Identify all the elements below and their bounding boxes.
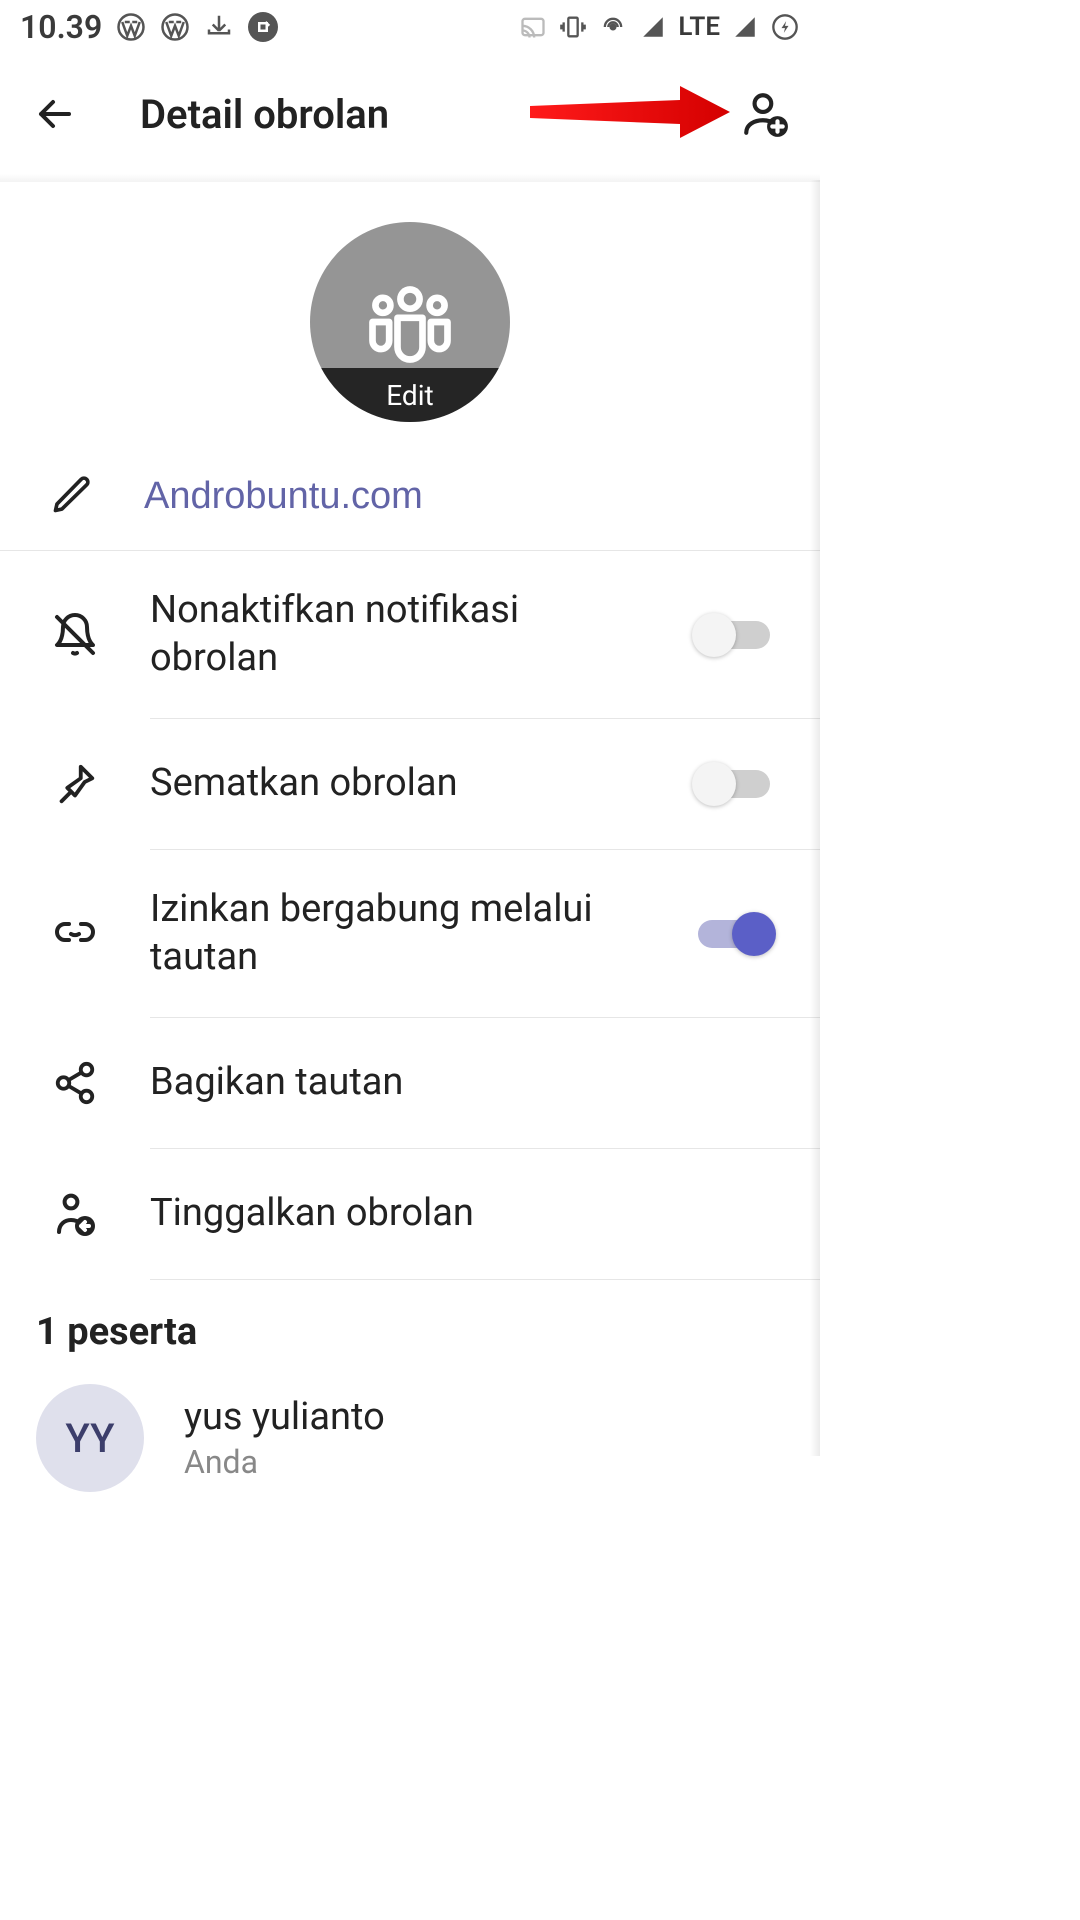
share-icon [50,1058,100,1108]
leave-icon [50,1189,100,1239]
setting-label: Izinkan bergabung melalui tautan [150,886,648,981]
setting-share-link[interactable]: Bagikan tautan [0,1018,820,1148]
participant-row[interactable]: YY yus yulianto Anda [0,1374,820,1502]
pin-icon [50,759,100,809]
avatar-section: Edit [0,182,820,452]
toggle-mute[interactable] [698,621,770,649]
setting-leave[interactable]: Tinggalkan obrolan [0,1149,820,1279]
chat-name-input[interactable] [144,475,770,518]
signal-icon [730,12,760,42]
app-icon [248,12,278,42]
chat-name-row[interactable] [0,452,820,551]
pencil-icon [50,472,94,520]
toggle-pin[interactable] [698,770,770,798]
status-bar: 10.39 LTE [0,0,820,54]
avatar-edit-label: Edit [310,368,510,422]
setting-pin[interactable]: Sematkan obrolan [0,719,820,849]
group-avatar[interactable]: Edit [310,222,510,422]
setting-label: Sematkan obrolan [150,760,648,808]
setting-join-link[interactable]: Izinkan bergabung melalui tautan [0,850,820,1017]
participant-avatar: YY [36,1384,144,1492]
status-time: 10.39 [20,8,102,46]
vibrate-icon [558,12,588,42]
toggle-join-link[interactable] [698,920,770,948]
participants-title: 1 peserta [0,1280,820,1374]
group-icon [360,272,460,372]
back-button[interactable] [30,89,80,139]
setting-label: Bagikan tautan [150,1059,770,1107]
hotspot-icon [598,12,628,42]
cast-icon [518,12,548,42]
battery-saver-icon [770,12,800,42]
download-icon [204,12,234,42]
wordpress-icon [116,12,146,42]
participant-sublabel: Anda [184,1443,385,1481]
lte-label: LTE [678,12,720,42]
setting-label: Nonaktifkan notifikasi obrolan [150,587,648,682]
setting-label: Tinggalkan obrolan [150,1190,770,1238]
participant-name: yus yulianto [184,1395,385,1439]
wordpress-icon [160,12,190,42]
bell-off-icon [50,610,100,660]
annotation-arrow [530,82,730,146]
link-icon [50,909,100,959]
header-divider [0,174,820,182]
app-header: Detail obrolan [0,54,820,174]
signal-icon [638,12,668,42]
setting-mute[interactable]: Nonaktifkan notifikasi obrolan [0,551,820,718]
page-title: Detail obrolan [140,91,389,138]
add-participant-button[interactable] [740,89,790,139]
